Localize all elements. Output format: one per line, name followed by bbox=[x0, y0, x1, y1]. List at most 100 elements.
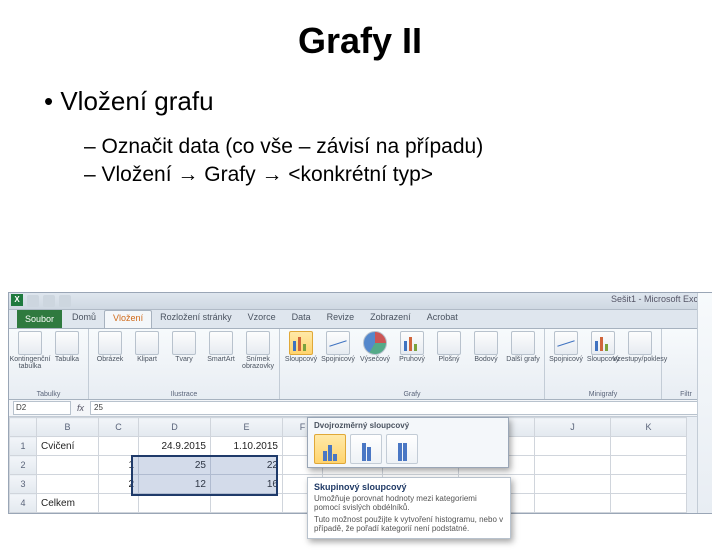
tab-formulas[interactable]: Vzorce bbox=[240, 310, 284, 328]
file-tab[interactable]: Soubor bbox=[17, 310, 62, 328]
arrow-icon: → bbox=[177, 163, 198, 186]
table-icon bbox=[55, 331, 79, 355]
btn-clipart[interactable]: Klipart bbox=[130, 331, 164, 363]
btn-label: Spojnicový bbox=[321, 356, 355, 363]
rowhdr-3[interactable]: 3 bbox=[10, 475, 37, 494]
btn-smartart[interactable]: SmartArt bbox=[204, 331, 238, 363]
slide-title: Grafy II bbox=[0, 20, 720, 62]
tab-data[interactable]: Data bbox=[284, 310, 319, 328]
cell-B1[interactable]: Cvičení bbox=[37, 437, 99, 456]
col-B[interactable]: B bbox=[37, 418, 99, 437]
group-tables: Kontingenční tabulka Tabulka Tabulky bbox=[9, 329, 89, 399]
tooltip-body-2: Tuto možnost použijte k vytvoření histog… bbox=[314, 515, 504, 533]
btn-sparkline-winloss[interactable]: Vzestupy/poklesy bbox=[623, 331, 657, 363]
clipart-icon bbox=[135, 331, 159, 355]
cell[interactable] bbox=[611, 475, 687, 494]
cell[interactable] bbox=[99, 494, 139, 513]
btn-line-chart[interactable]: Spojnicový bbox=[321, 331, 355, 363]
cell[interactable] bbox=[139, 494, 211, 513]
column-chart-icon bbox=[289, 331, 313, 355]
tab-pagelayout[interactable]: Rozložení stránky bbox=[152, 310, 240, 328]
btn-label: Pruhový bbox=[399, 356, 425, 363]
line-chart-icon bbox=[326, 331, 350, 355]
cell[interactable] bbox=[611, 437, 687, 456]
worksheet-grid[interactable]: B C D E F G H I J K 1 Cvičení 24.9.2015 … bbox=[9, 417, 711, 513]
qat-redo-icon[interactable] bbox=[59, 295, 71, 307]
shapes-icon bbox=[172, 331, 196, 355]
smartart-icon bbox=[209, 331, 233, 355]
tooltip-title: Skupinový sloupcový bbox=[314, 482, 504, 492]
document-title: Sešit1 - Microsoft Excel bbox=[611, 294, 705, 304]
btn-sparkline-line[interactable]: Spojnicový bbox=[549, 331, 583, 363]
arrow-icon: → bbox=[261, 163, 282, 186]
btn-picture[interactable]: Obrázek bbox=[93, 331, 127, 363]
col-K[interactable]: K bbox=[611, 418, 687, 437]
sparkline-wl-icon bbox=[628, 331, 652, 355]
bullet-level1: • Vložení grafu bbox=[44, 86, 720, 117]
cell[interactable] bbox=[535, 494, 611, 513]
selection-rect bbox=[131, 455, 278, 496]
select-all[interactable] bbox=[10, 418, 37, 437]
scatter-chart-icon bbox=[474, 331, 498, 355]
btn-pivottable[interactable]: Kontingenční tabulka bbox=[13, 331, 47, 370]
column-chart-dropdown[interactable]: Dvojrozměrný sloupcový bbox=[307, 417, 509, 468]
btn-other-charts[interactable]: Další grafy bbox=[506, 331, 540, 363]
dropdown-row bbox=[308, 431, 508, 467]
btn-screenshot[interactable]: Snímek obrazovky bbox=[241, 331, 275, 370]
chart-option-100stacked[interactable] bbox=[386, 434, 418, 464]
btn-label: Kontingenční tabulka bbox=[10, 356, 51, 370]
cell-B3[interactable] bbox=[37, 475, 99, 494]
group-sparklines: Spojnicový Sloupcový Vzestupy/poklesy Mi… bbox=[545, 329, 662, 399]
btn-bar-chart[interactable]: Pruhový bbox=[395, 331, 429, 363]
btn-area-chart[interactable]: Plošný bbox=[432, 331, 466, 363]
titlebar: X Sešit1 - Microsoft Excel bbox=[9, 293, 711, 310]
btn-column-chart[interactable]: Sloupcový bbox=[284, 331, 318, 363]
cell[interactable] bbox=[211, 494, 283, 513]
cell-C1[interactable] bbox=[99, 437, 139, 456]
btn-pie-chart[interactable]: Výsečový bbox=[358, 331, 392, 363]
cell-B2[interactable] bbox=[37, 456, 99, 475]
group-illustrations: Obrázek Klipart Tvary SmartArt Snímek ob… bbox=[89, 329, 280, 399]
quick-access-toolbar bbox=[27, 295, 71, 307]
tab-home[interactable]: Domů bbox=[64, 310, 104, 328]
qat-undo-icon[interactable] bbox=[43, 295, 55, 307]
rowhdr-4[interactable]: 4 bbox=[10, 494, 37, 513]
cell[interactable] bbox=[535, 456, 611, 475]
btn-label: Spojnicový bbox=[549, 356, 583, 363]
tab-review[interactable]: Revize bbox=[319, 310, 363, 328]
rowhdr-1[interactable]: 1 bbox=[10, 437, 37, 456]
col-E[interactable]: E bbox=[211, 418, 283, 437]
cell-E1[interactable]: 1.10.2015 bbox=[211, 437, 283, 456]
name-box[interactable]: D2 bbox=[13, 401, 71, 415]
formula-bar[interactable]: 25 bbox=[90, 401, 707, 415]
cell[interactable] bbox=[611, 456, 687, 475]
chart-option-stacked[interactable] bbox=[350, 434, 382, 464]
tab-insert[interactable]: Vložení bbox=[104, 310, 152, 328]
pivottable-icon bbox=[18, 331, 42, 355]
col-D[interactable]: D bbox=[139, 418, 211, 437]
col-C[interactable]: C bbox=[99, 418, 139, 437]
cell-B4[interactable]: Celkem bbox=[37, 494, 99, 513]
btn-table[interactable]: Tabulka bbox=[50, 331, 84, 363]
chart-option-clustered[interactable] bbox=[314, 434, 346, 464]
picture-icon bbox=[98, 331, 122, 355]
chart-tooltip: Skupinový sloupcový Umožňuje porovnat ho… bbox=[307, 477, 511, 539]
cell-D1[interactable]: 24.9.2015 bbox=[139, 437, 211, 456]
group-label: Ilustrace bbox=[93, 391, 275, 399]
cell[interactable] bbox=[535, 475, 611, 494]
btn-shapes[interactable]: Tvary bbox=[167, 331, 201, 363]
tab-view[interactable]: Zobrazení bbox=[362, 310, 419, 328]
excel-window: X Sešit1 - Microsoft Excel Soubor Domů V… bbox=[8, 292, 712, 514]
qat-save-icon[interactable] bbox=[27, 295, 39, 307]
btn-scatter-chart[interactable]: Bodový bbox=[469, 331, 503, 363]
tooltip-body-1: Umožňuje porovnat hodnoty mezi kategorie… bbox=[314, 494, 504, 512]
rowhdr-2[interactable]: 2 bbox=[10, 456, 37, 475]
fx-icon[interactable]: fx bbox=[77, 403, 84, 413]
tab-acrobat[interactable]: Acrobat bbox=[419, 310, 466, 328]
cell[interactable] bbox=[535, 437, 611, 456]
cell[interactable] bbox=[611, 494, 687, 513]
btn-label: SmartArt bbox=[207, 356, 235, 363]
bar-chart-icon bbox=[400, 331, 424, 355]
col-J[interactable]: J bbox=[535, 418, 611, 437]
sub2-post: <konkrétní typ> bbox=[288, 163, 433, 186]
